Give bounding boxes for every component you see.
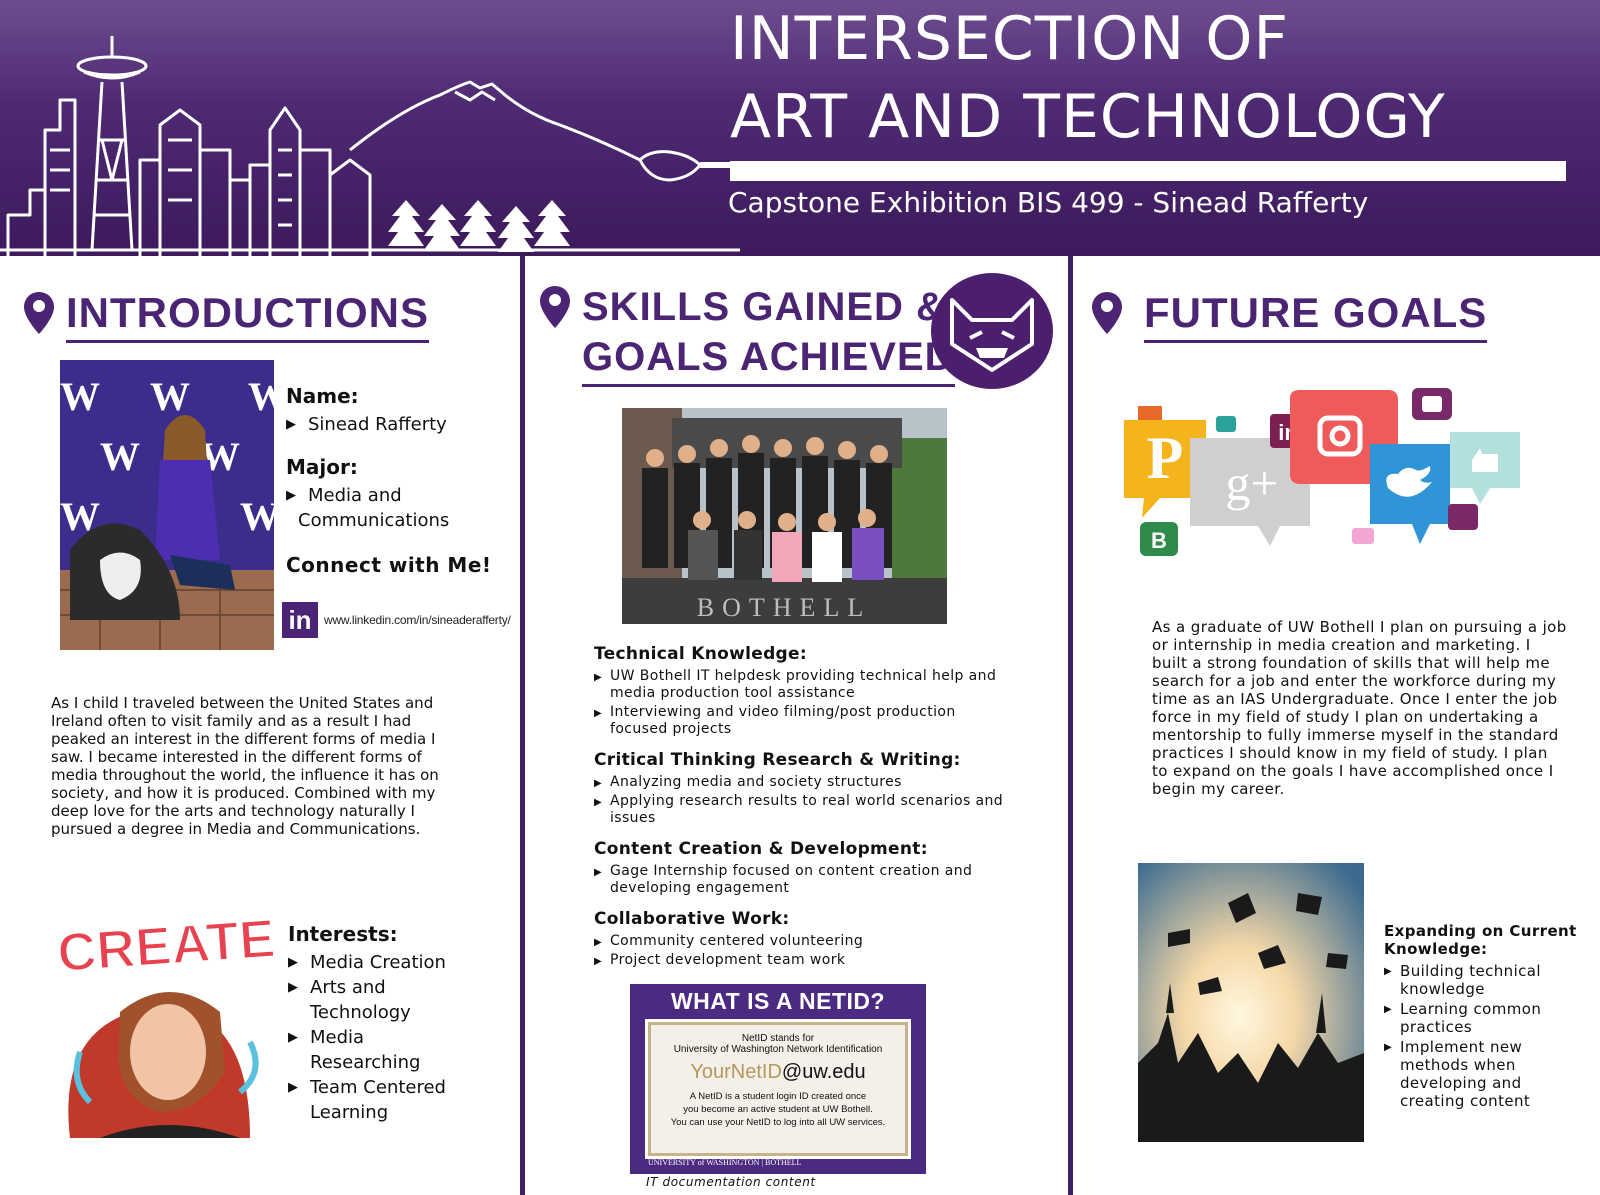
netid-example-domain: @uw.edu	[781, 1061, 866, 1083]
profile-details: Name: Sinead Rafferty Major: Media and C…	[286, 384, 516, 577]
skill-item: Applying research results to real world …	[594, 793, 1014, 827]
skills-list-block: Technical Knowledge: UW Bothell IT helpd…	[594, 644, 1014, 971]
poster-title-line2: ART AND TECHNOLOGY	[730, 82, 1446, 152]
svg-text:W: W	[248, 374, 274, 419]
netid-desc-line1: A NetID is a student login ID created on…	[689, 1091, 867, 1102]
major-value-line1: Media and	[286, 483, 516, 508]
location-pin-icon	[1092, 292, 1122, 334]
connect-label: Connect with Me!	[286, 553, 492, 577]
netid-description: A NetID is a student login ID created on…	[651, 1090, 905, 1129]
svg-text:W: W	[240, 494, 274, 539]
netid-title: WHAT IS A NETID?	[670, 988, 886, 1014]
netid-example: YourNetID@uw.edu	[651, 1061, 905, 1084]
social-media-bubbles-illustration: P g+ in B	[1124, 388, 1520, 556]
column-divider-right	[1068, 256, 1073, 1195]
skill-category-list: UW Bothell IT helpdesk providing technic…	[594, 668, 1014, 738]
linkedin-icon[interactable]: in	[282, 602, 318, 638]
netid-desc-line3: You can use your NetID to log into all U…	[670, 1117, 886, 1128]
skill-category-list: Analyzing media and society structures A…	[594, 774, 1014, 827]
svg-text:W: W	[60, 374, 100, 419]
interest-item: Team Centered Learning	[288, 1075, 474, 1125]
graduation-photo	[1138, 863, 1364, 1142]
expanding-item: Building technical knowledge	[1384, 962, 1584, 998]
introductions-header: INTRODUCTIONS	[22, 288, 429, 343]
twitter-icon	[1370, 444, 1450, 544]
poster-header: INTERSECTION OF ART AND TECHNOLOGY Capst…	[0, 0, 1600, 256]
svg-text:B: B	[1151, 528, 1167, 553]
netid-footer: UNIVERSITY of WASHINGTON | BOTHELL	[648, 1158, 802, 1167]
expanding-label: Expanding on Current Knowledge:	[1384, 922, 1577, 958]
expanding-item: Learning common practices	[1384, 1000, 1584, 1036]
name-label: Name:	[286, 384, 359, 408]
interest-item: Media Researching	[288, 1025, 474, 1075]
skill-item: Community centered volunteering	[594, 933, 1014, 951]
svg-text:W: W	[150, 374, 190, 419]
skills-header: SKILLS GAINED & GOALS ACHIEVED	[538, 282, 955, 387]
title-underline-bar	[730, 161, 1566, 181]
skill-category-label: Technical Knowledge:	[594, 644, 807, 664]
husky-emblem-icon	[931, 273, 1053, 389]
expanding-item: Implement new methods when developing an…	[1384, 1038, 1584, 1110]
skill-item: Analyzing media and society structures	[594, 774, 1014, 792]
interest-item: Media Creation	[288, 950, 474, 975]
poster-subtitle: Capstone Exhibition BIS 499 - Sinead Raf…	[728, 186, 1369, 219]
linkedin-link-row[interactable]: in www.linkedin.com/in/sineaderafferty/	[282, 602, 511, 638]
skill-category-list: Gage Internship focused on content creat…	[594, 863, 1014, 897]
like-icon	[1450, 432, 1520, 504]
interests-label: Interests:	[288, 922, 398, 946]
column-divider-left	[520, 256, 525, 1195]
netid-line1: NetID stands for	[741, 1033, 815, 1044]
interests-block: Interests: Media Creation Arts and Techn…	[288, 922, 514, 1125]
svg-text:W: W	[100, 434, 140, 479]
expanding-list: Building technical knowledge Learning co…	[1384, 962, 1584, 1110]
group-photo-sign-text: BOTHELL	[697, 593, 871, 622]
interest-item: Arts and Technology	[288, 975, 474, 1025]
poster-title-line1: INTERSECTION OF	[730, 4, 1289, 74]
interests-list: Media Creation Arts and Technology Media…	[288, 950, 514, 1125]
skill-item: Interviewing and video filming/post prod…	[594, 704, 1014, 738]
name-list: Sinead Rafferty	[286, 412, 516, 437]
svg-text:P: P	[1147, 425, 1184, 491]
future-goals-paragraph: As a graduate of UW Bothell I plan on pu…	[1152, 618, 1567, 798]
major-label: Major:	[286, 455, 358, 479]
netid-line2: University of Washington Network Identif…	[673, 1044, 883, 1055]
introductions-heading: INTRODUCTIONS	[66, 288, 429, 343]
location-pin-icon	[24, 292, 54, 334]
youtube-icon	[1412, 388, 1452, 420]
skills-heading-line2: GOALS ACHIEVED	[582, 335, 955, 379]
netid-desc-line2: you become an active student at UW Bothe…	[683, 1104, 873, 1115]
name-value: Sinead Rafferty	[286, 412, 516, 437]
create-art-portrait: CREATE	[50, 902, 282, 1138]
skill-category-list: Community centered volunteering Project …	[594, 933, 1014, 970]
seattle-skyline-illustration	[0, 36, 740, 256]
expanding-knowledge-block: Expanding on Current Knowledge: Building…	[1384, 922, 1584, 1112]
netid-info-card: WHAT IS A NETID? NetID stands for Univer…	[630, 984, 926, 1174]
skill-category-label: Content Creation & Development:	[594, 839, 928, 859]
future-goals-heading: FUTURE GOALS	[1144, 288, 1488, 343]
linkedin-url[interactable]: www.linkedin.com/in/sineaderafferty/	[324, 613, 511, 627]
location-pin-icon	[540, 286, 570, 328]
profile-photo-with-husky: WWW WW WW	[60, 360, 274, 650]
skill-item: Gage Internship focused on content creat…	[594, 863, 1014, 897]
future-goals-header: FUTURE GOALS	[1090, 288, 1488, 343]
intro-bio: As I child I traveled between the United…	[51, 694, 439, 838]
skill-category-label: Critical Thinking Research & Writing:	[594, 750, 961, 770]
netid-example-user: YourNetID	[690, 1061, 782, 1083]
svg-text:g+: g+	[1225, 455, 1278, 511]
major-value-line2: Communications	[298, 510, 450, 531]
netid-inner-panel: NetID stands for University of Washingto…	[645, 1019, 911, 1159]
skill-item: UW Bothell IT helpdesk providing technic…	[594, 668, 1014, 702]
team-group-photo: BOTHELL	[622, 408, 947, 624]
skill-item: Project development team work	[594, 952, 1014, 970]
skills-heading-line1: SKILLS GAINED &	[582, 285, 946, 329]
major-list: Media and	[286, 483, 516, 508]
blogger-icon: B	[1140, 522, 1178, 556]
skills-heading: SKILLS GAINED & GOALS ACHIEVED	[582, 282, 955, 387]
skill-category-label: Collaborative Work:	[594, 909, 790, 929]
netid-caption: IT documentation content	[646, 1175, 816, 1189]
